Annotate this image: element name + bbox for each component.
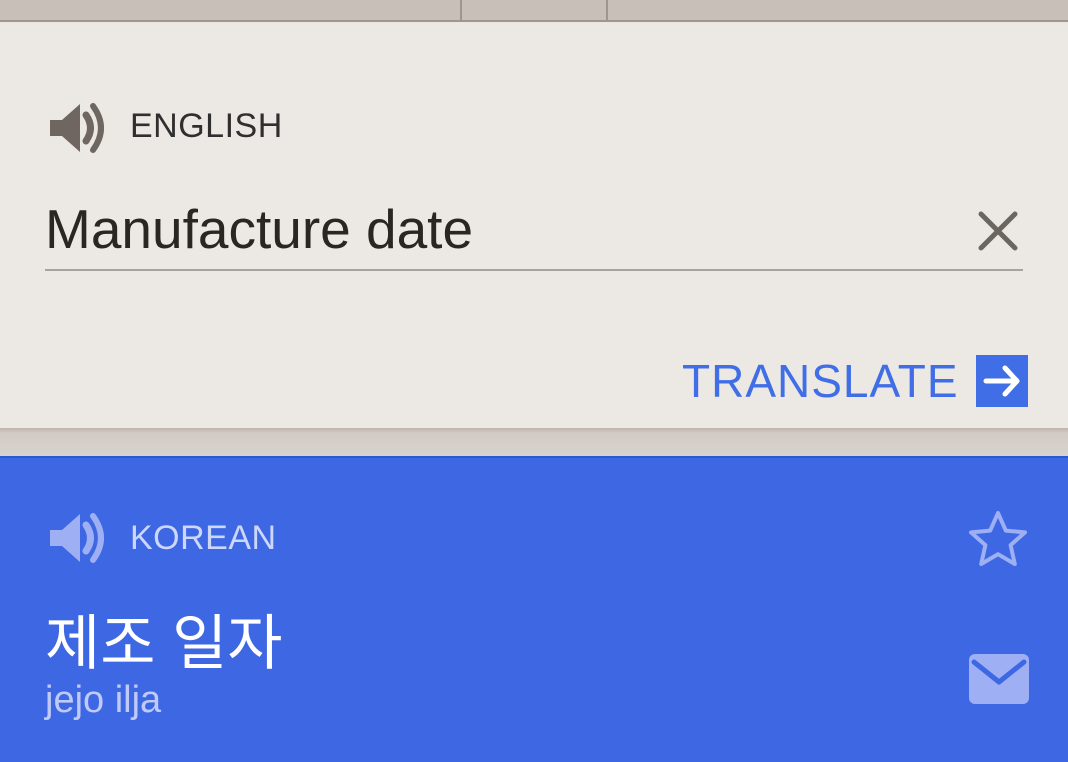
translated-text: 제조 일자 (45, 610, 283, 677)
close-icon (978, 211, 1018, 251)
source-text-input[interactable] (45, 198, 945, 260)
translate-button-label: TRANSLATE (682, 355, 959, 407)
arrow-right-icon (976, 355, 1028, 407)
favorite-button[interactable] (966, 508, 1030, 572)
card-shadow-divider (0, 428, 1068, 456)
speaker-icon[interactable] (48, 100, 106, 156)
mail-icon (969, 654, 1029, 704)
clear-input-button[interactable] (970, 203, 1026, 259)
top-tab-strip (0, 0, 1068, 22)
speaker-icon[interactable] (48, 510, 106, 566)
source-language-label: ENGLISH (130, 107, 283, 145)
source-language-card: ENGLISH TRANSLATE (0, 22, 1068, 430)
translation-result-card: KOREAN 제조 일자 jejo ilja (0, 456, 1068, 762)
translate-button[interactable]: TRANSLATE (682, 352, 1030, 410)
target-language-label: KOREAN (130, 519, 277, 557)
top-strip-divider (460, 0, 462, 20)
star-outline-icon (969, 511, 1027, 566)
top-strip-divider (606, 0, 608, 20)
transliteration-text: jejo ilja (45, 679, 162, 721)
source-input-underline (45, 269, 1023, 271)
share-mail-button[interactable] (967, 652, 1031, 706)
